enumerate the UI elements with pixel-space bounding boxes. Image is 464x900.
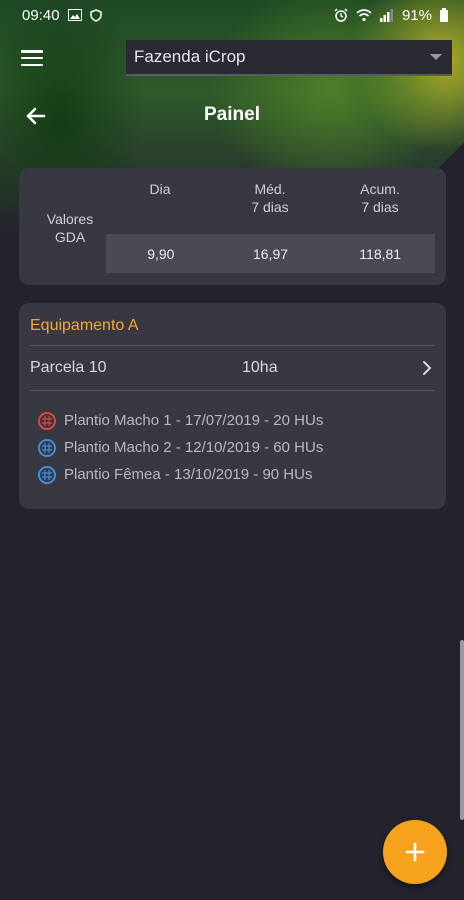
gda-label-line-2: GDA: [54, 229, 86, 245]
scrollbar[interactable]: [460, 640, 464, 820]
status-bar: 09:40 91%: [0, 0, 464, 30]
gda-values-row: 9,90 16,97 118,81: [106, 234, 435, 273]
image-icon: [67, 9, 82, 21]
plantio-grid-icon: [38, 438, 56, 457]
plantio-list: Plantio Macho 1 - 17/07/2019 - 20 HUs Pl…: [38, 407, 323, 488]
gda-value-dia: 9,90: [147, 245, 175, 262]
battery-percent: 91%: [401, 6, 432, 24]
farm-select[interactable]: Fazenda iCrop: [126, 40, 452, 76]
gda-value-acum: 118,81: [359, 245, 402, 262]
plantio-item[interactable]: Plantio Macho 1 - 17/07/2019 - 20 HUs: [38, 407, 323, 434]
plantio-text: Plantio Macho 2 - 12/10/2019 - 60 HUs: [64, 439, 324, 456]
chevron-right-icon[interactable]: [420, 360, 434, 376]
parcela-name: Parcela 10: [30, 359, 107, 376]
column-header-line-1: Dia: [149, 181, 171, 197]
plus-icon: [405, 842, 425, 862]
plantio-text: Plantio Macho 1 - 17/07/2019 - 20 HUs: [64, 412, 324, 429]
plantio-grid-icon: [38, 411, 56, 430]
menu-icon[interactable]: [21, 50, 43, 66]
column-header-dia: Dia: [115, 180, 205, 198]
battery-icon: [440, 8, 448, 22]
add-button[interactable]: [383, 820, 447, 884]
parcela-area: 10ha: [242, 359, 278, 376]
gda-value-med: 16,97: [252, 245, 289, 262]
signal-icon: [379, 8, 393, 22]
column-header-line-1: Acum.: [360, 181, 400, 197]
gda-card: Valores GDA Dia Méd. 7 dias Acum. 7 dias…: [19, 168, 446, 285]
plantio-text: Plantio Fêmea - 13/10/2019 - 90 HUs: [64, 466, 313, 483]
wifi-icon: [356, 8, 372, 21]
column-header-acum: Acum. 7 dias: [335, 180, 425, 216]
column-header-line-2: 7 dias: [361, 199, 399, 215]
divider: [30, 390, 435, 391]
dropdown-caret-icon: [430, 54, 442, 60]
plantio-grid-icon: [38, 465, 56, 484]
column-header-line-1: Méd.: [254, 181, 286, 197]
shield-icon: [89, 8, 102, 22]
equipment-title: Equipamento A: [30, 317, 139, 334]
alarm-icon: [334, 8, 348, 22]
farm-select-value: Fazenda iCrop: [134, 47, 246, 66]
column-header-line-2: 7 dias: [251, 199, 289, 215]
column-header-med: Méd. 7 dias: [225, 180, 315, 216]
status-time: 09:40: [22, 6, 60, 24]
page-title: Painel: [204, 104, 260, 125]
plantio-item[interactable]: Plantio Fêmea - 13/10/2019 - 90 HUs: [38, 461, 323, 488]
gda-label-line-1: Valores: [46, 211, 94, 227]
equipment-card: Equipamento A Parcela 10 10ha Plantio Ma…: [19, 303, 446, 509]
parcela-row[interactable]: Parcela 10 10ha: [19, 346, 446, 390]
gda-row-label: Valores GDA: [35, 210, 105, 246]
plantio-item[interactable]: Plantio Macho 2 - 12/10/2019 - 60 HUs: [38, 434, 323, 461]
